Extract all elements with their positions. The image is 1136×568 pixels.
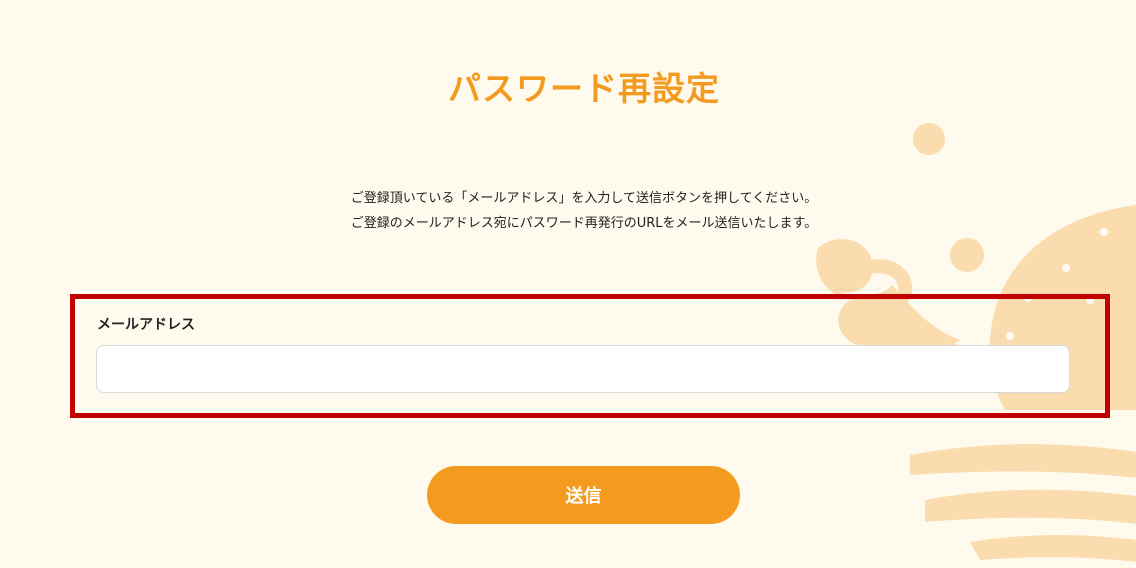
page-title: パスワード再設定	[448, 69, 720, 108]
email-label: メールアドレス	[97, 317, 195, 333]
instruction-line-2: ご登録のメールアドレス宛にパスワード再発行のURLをメール送信いたします。	[350, 216, 818, 231]
email-input[interactable]	[96, 345, 1070, 393]
instruction-line-1: ご登録頂いている「メールアドレス」を入力して送信ボタンを押してください。	[350, 191, 818, 206]
submit-button[interactable]: 送信	[427, 466, 740, 524]
instructions: ご登録頂いている「メールアドレス」を入力して送信ボタンを押してください。 ご登録…	[0, 186, 1136, 236]
